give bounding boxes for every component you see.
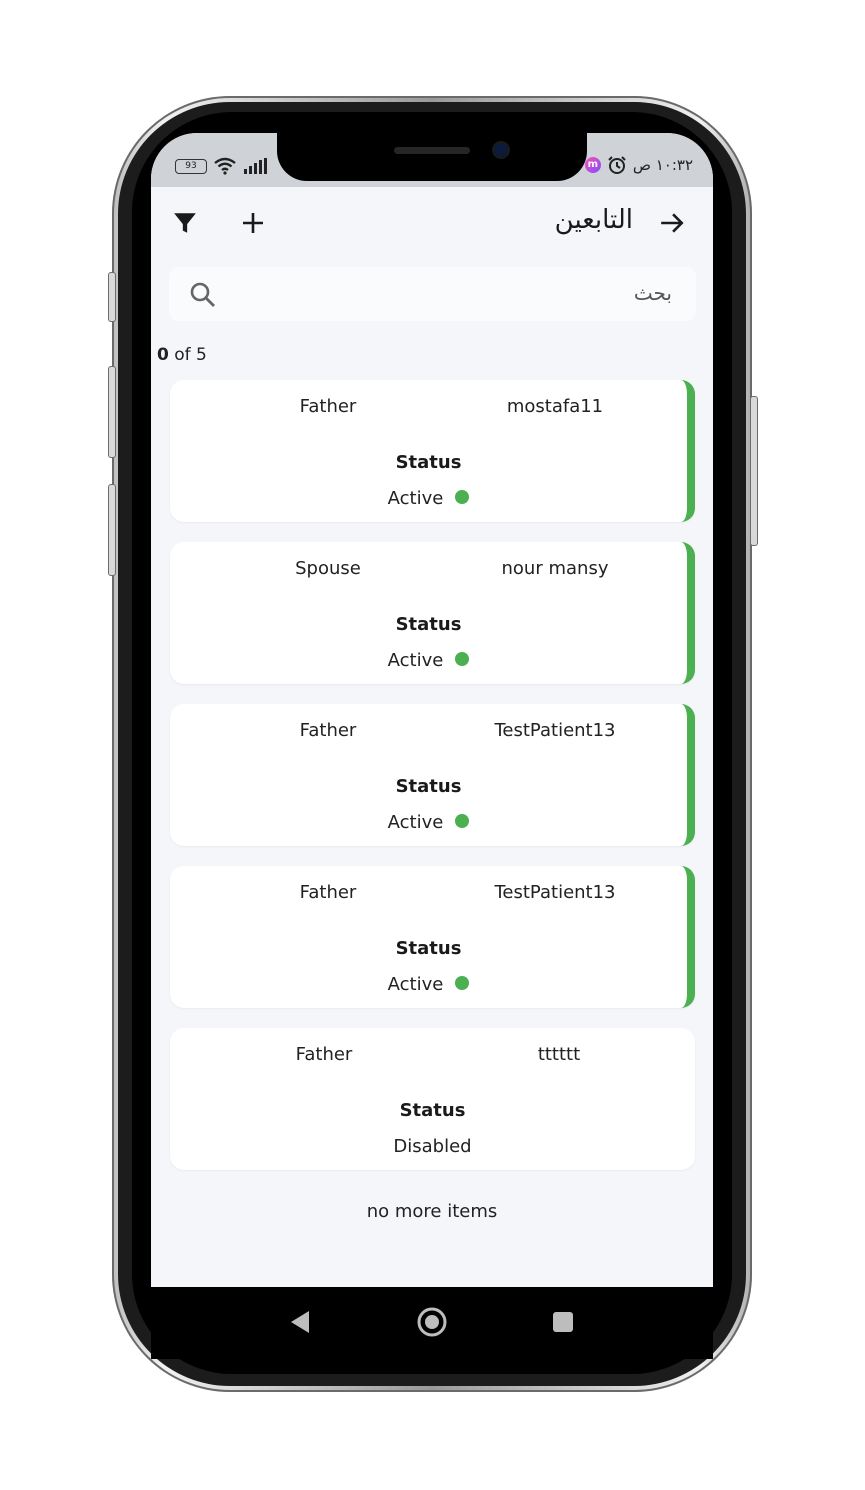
status-active-dot [455,814,470,828]
dependent-card[interactable]: Father tttttt Status Disabled [170,1028,695,1170]
status-text: Active [387,650,444,671]
notch [277,133,587,181]
volume-down-button [108,484,116,576]
back-nav-icon[interactable] [289,1309,313,1335]
status-label: Status [395,614,462,635]
status-left: 93 [175,157,269,175]
status-text: Active [387,488,444,509]
plus-icon [243,213,263,233]
status-active-dot [455,652,470,666]
relation: Father [299,882,357,903]
signal-icon [244,158,267,174]
add-button[interactable] [237,207,269,239]
status-label: Status [399,1100,466,1121]
volume-up-button [108,366,116,458]
recents-nav-icon[interactable] [552,1311,574,1333]
relation: Father [299,720,357,741]
speaker-grille [394,147,470,154]
dependent-card[interactable]: Spouse nour mansy Status Active [170,542,695,684]
list-end-message: no more items [366,1201,498,1222]
page-title: التابعين [554,205,633,235]
alarm-icon [608,156,626,174]
dependent-card[interactable]: Father TestPatient13 Status Active [170,866,695,1008]
system-nav-bar [151,1287,713,1359]
dependent-name: mostafa11 [506,396,604,417]
results-count: 0 of 5 [157,345,207,365]
search-input[interactable]: بحث [169,267,696,321]
filter-button[interactable] [169,207,201,239]
home-nav-icon[interactable] [416,1306,448,1338]
battery-icon: 93 [175,158,207,174]
status-value: Active [170,974,687,995]
status-text: Active [387,812,444,833]
arrow-right-icon [661,213,684,233]
messenger-notification-icon: m [584,157,601,173]
status-label: Status [395,776,462,797]
status-value: Disabled [393,1136,472,1157]
clock: ١٠:٣٢ ص [632,156,693,174]
power-button [750,396,758,546]
search-icon [189,281,217,313]
status-active-dot [455,976,470,990]
results-total: of 5 [174,345,207,365]
dependent-name: TestPatient13 [494,882,616,903]
filter-icon [174,213,196,233]
results-current: 0 [157,345,169,365]
status-bar: 93 m ١٠:٣٢ ص [151,133,713,187]
wifi-icon [214,157,236,175]
app-header: التابعين [151,187,713,259]
relation: Spouse [295,558,361,579]
status-value: Active [170,650,687,671]
relation: Father [299,396,357,417]
relation: Father [295,1044,353,1065]
dependent-card[interactable]: Father TestPatient13 Status Active [170,704,695,846]
search-placeholder: بحث [633,281,672,305]
status-right: m ١٠:٣٢ ص [584,155,693,175]
dependent-name: nour mansy [501,558,609,579]
dependent-name: tttttt [537,1044,581,1065]
app-screen: 93 m ١٠:٣٢ ص التابعين بحث 0 of 5 Father … [151,133,713,1287]
back-button[interactable] [656,207,688,239]
status-value: Active [170,488,687,509]
status-value: Active [170,812,687,833]
front-camera [494,143,508,157]
status-label: Status [395,452,462,473]
dependent-name: TestPatient13 [494,720,616,741]
status-active-dot [455,490,470,504]
status-label: Status [395,938,462,959]
status-text: Active [387,974,444,995]
battery-level: 93 [185,160,197,171]
mute-switch [108,272,116,322]
dependent-card[interactable]: Father mostafa11 Status Active [170,380,695,522]
